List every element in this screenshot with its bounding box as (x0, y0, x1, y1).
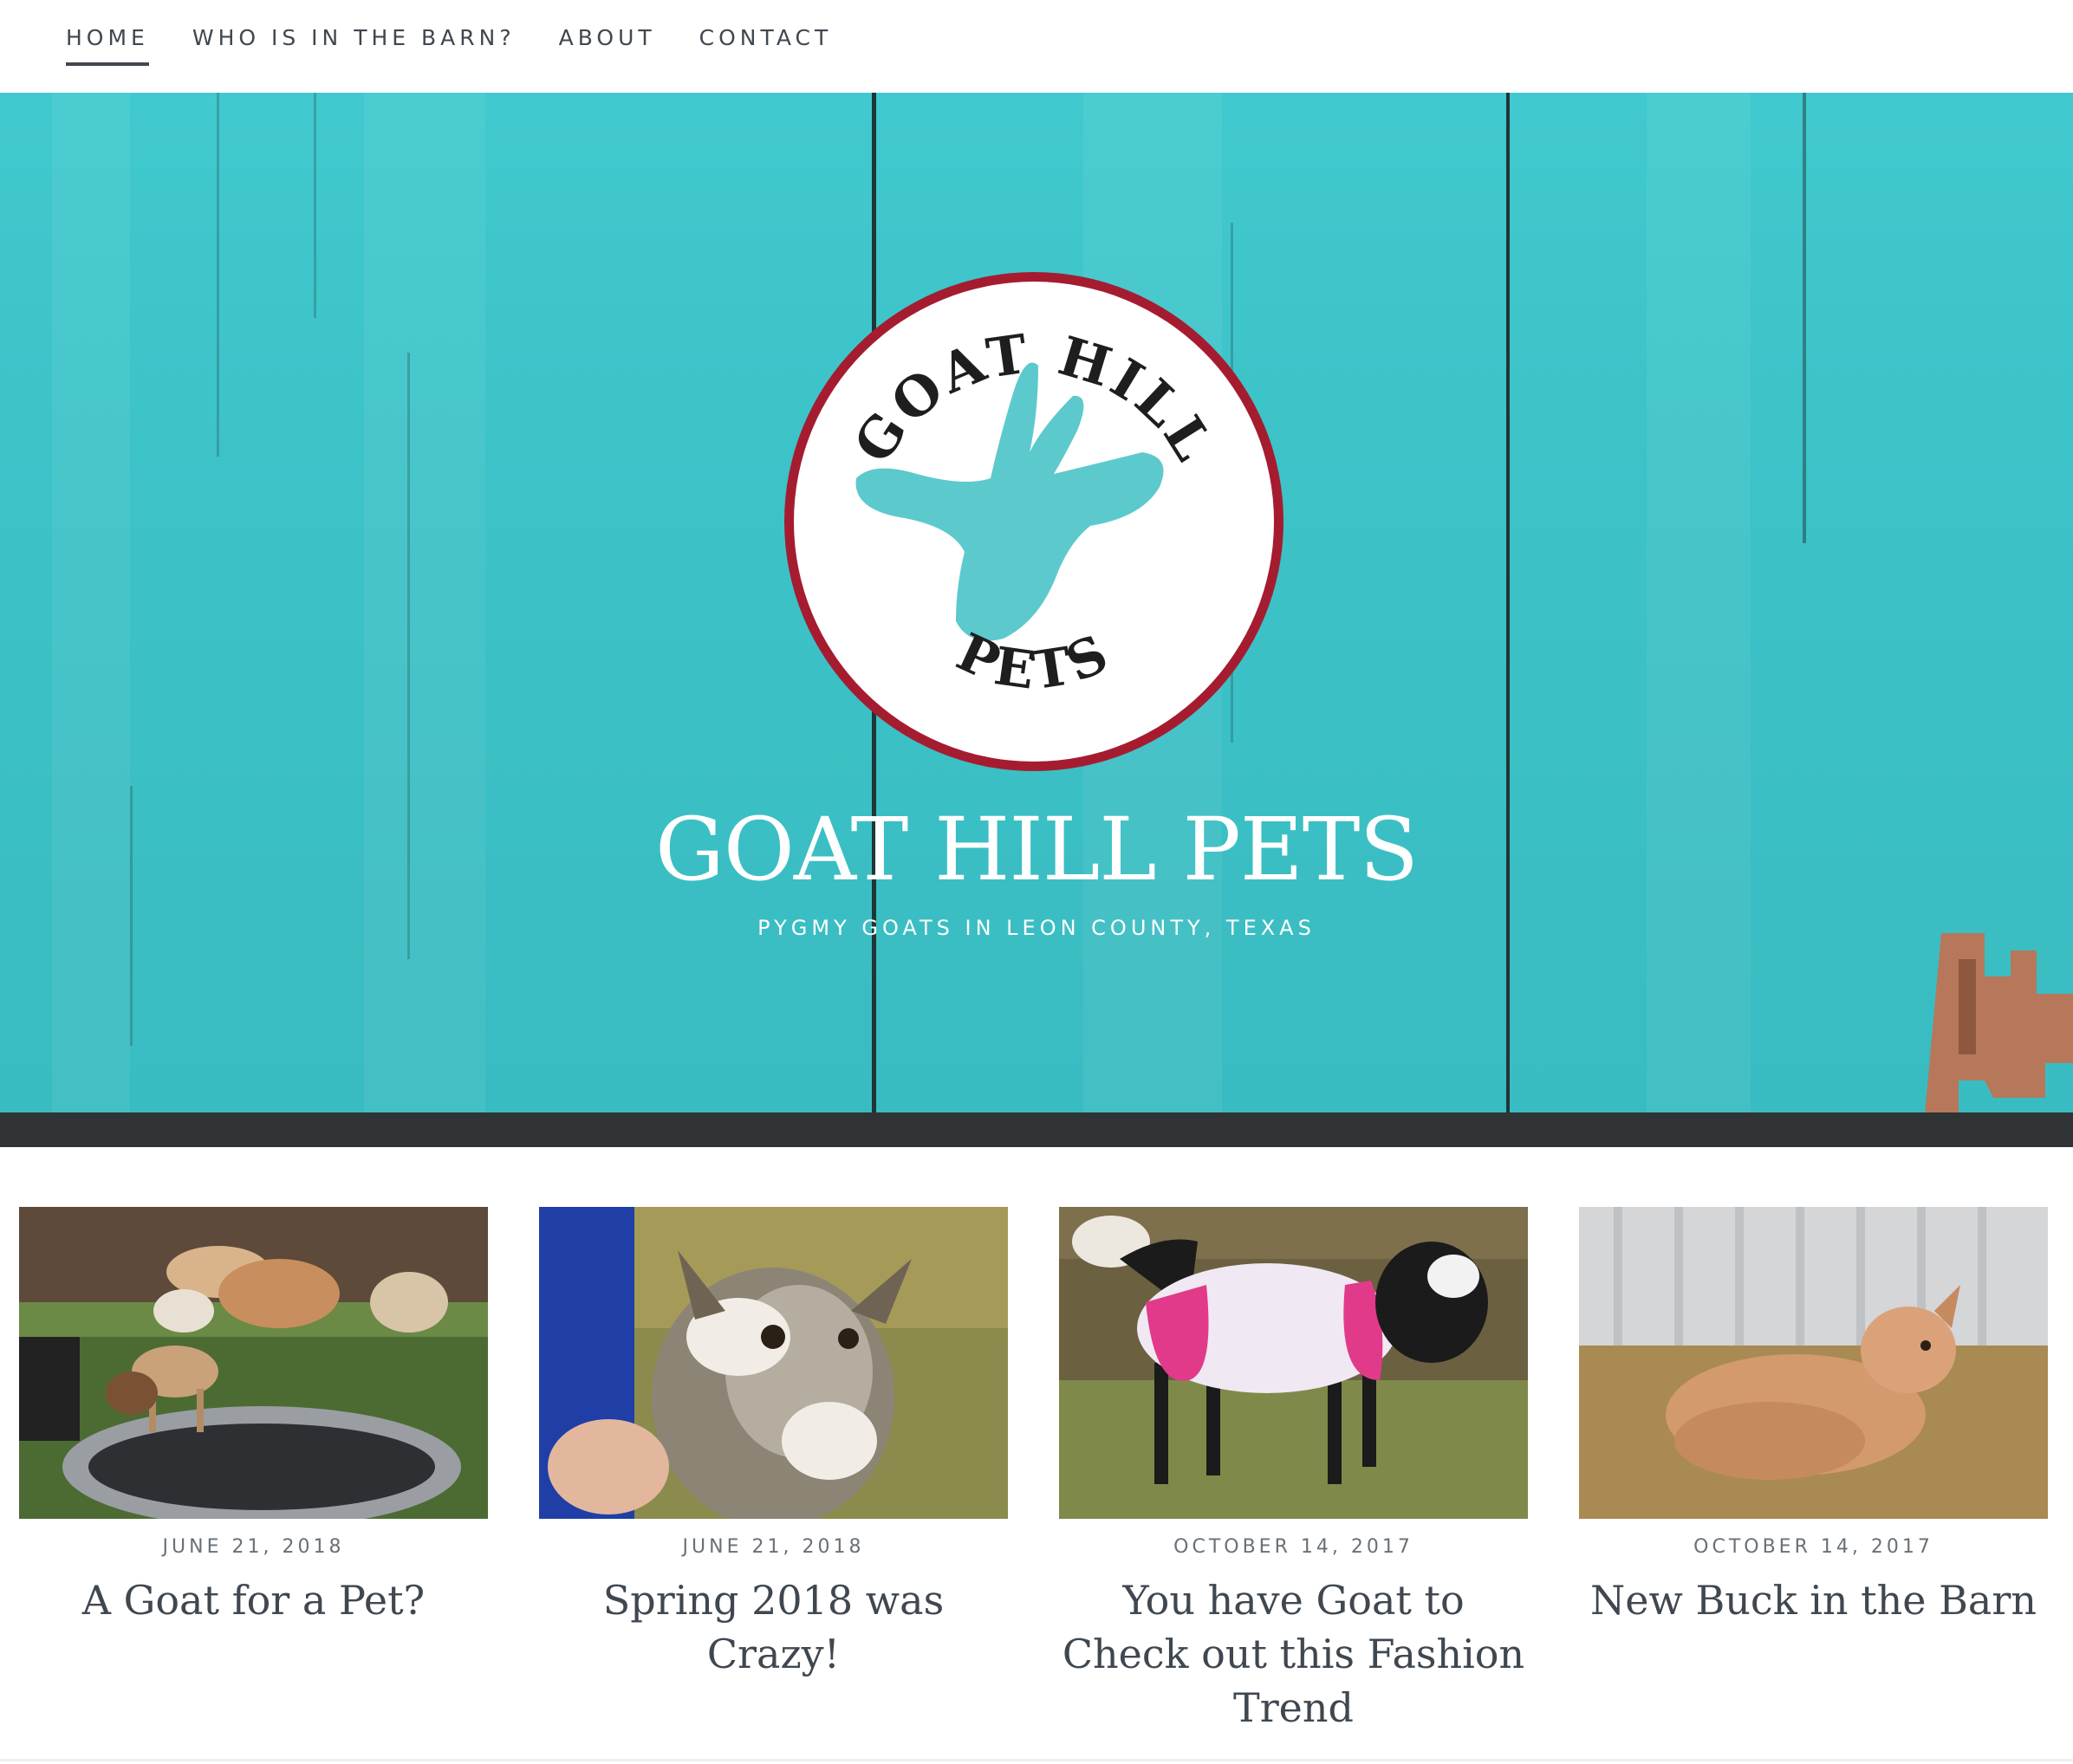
post-card[interactable]: JUNE 21, 2018 A Goat for a Pet? (19, 1207, 488, 1627)
post-date: JUNE 21, 2018 (162, 1536, 345, 1558)
board-seam (1506, 93, 1510, 1112)
post-date: JUNE 21, 2018 (682, 1536, 865, 1558)
post-thumbnail[interactable] (1059, 1207, 1528, 1519)
copper-letter-decoration (1925, 933, 2073, 1112)
nav-item-who-is-in-the-barn[interactable]: WHO IS IN THE BARN? (192, 21, 516, 66)
main-navigation: HOME WHO IS IN THE BARN? ABOUT CONTACT (0, 0, 2073, 93)
content-divider (0, 1759, 2073, 1761)
nav-item-home[interactable]: HOME (66, 21, 149, 66)
site-logo[interactable]: GOAT HILL PETS (778, 266, 1290, 777)
site-title[interactable]: GOAT HILL PETS (0, 799, 2073, 900)
wood-grain (1647, 93, 1751, 1112)
post-title[interactable]: A Goat for a Pet? (19, 1573, 488, 1627)
wood-crack (1803, 93, 1806, 543)
goat-logo-icon: GOAT HILL PETS (784, 272, 1283, 771)
nav-item-contact[interactable]: CONTACT (699, 21, 833, 66)
post-thumbnail[interactable] (539, 1207, 1008, 1519)
post-title[interactable]: Spring 2018 was Crazy! (539, 1573, 1008, 1681)
post-date: OCTOBER 14, 2017 (1693, 1536, 1933, 1558)
post-card[interactable]: OCTOBER 14, 2017 New Buck in the Barn (1579, 1207, 2048, 1627)
post-card[interactable]: OCTOBER 14, 2017 You have Goat to Check … (1059, 1207, 1528, 1735)
post-thumbnail[interactable] (19, 1207, 488, 1519)
wood-crack (314, 93, 316, 318)
hero-banner: GOAT HILL PETS GOAT HILL PETS PYGMY GOAT… (0, 93, 2073, 1112)
nav-item-about[interactable]: ABOUT (559, 21, 656, 66)
wood-grain (52, 93, 130, 1112)
wood-crack (217, 93, 219, 457)
post-title[interactable]: You have Goat to Check out this Fashion … (1059, 1573, 1528, 1735)
post-date: OCTOBER 14, 2017 (1173, 1536, 1413, 1558)
wood-grain (364, 93, 485, 1112)
post-thumbnail[interactable] (1579, 1207, 2048, 1519)
post-title[interactable]: New Buck in the Barn (1579, 1573, 2048, 1627)
hero-bottom-band (0, 1112, 2073, 1147)
site-tagline: PYGMY GOATS IN LEON COUNTY, TEXAS (757, 916, 1316, 940)
post-card[interactable]: JUNE 21, 2018 Spring 2018 was Crazy! (539, 1207, 1008, 1681)
